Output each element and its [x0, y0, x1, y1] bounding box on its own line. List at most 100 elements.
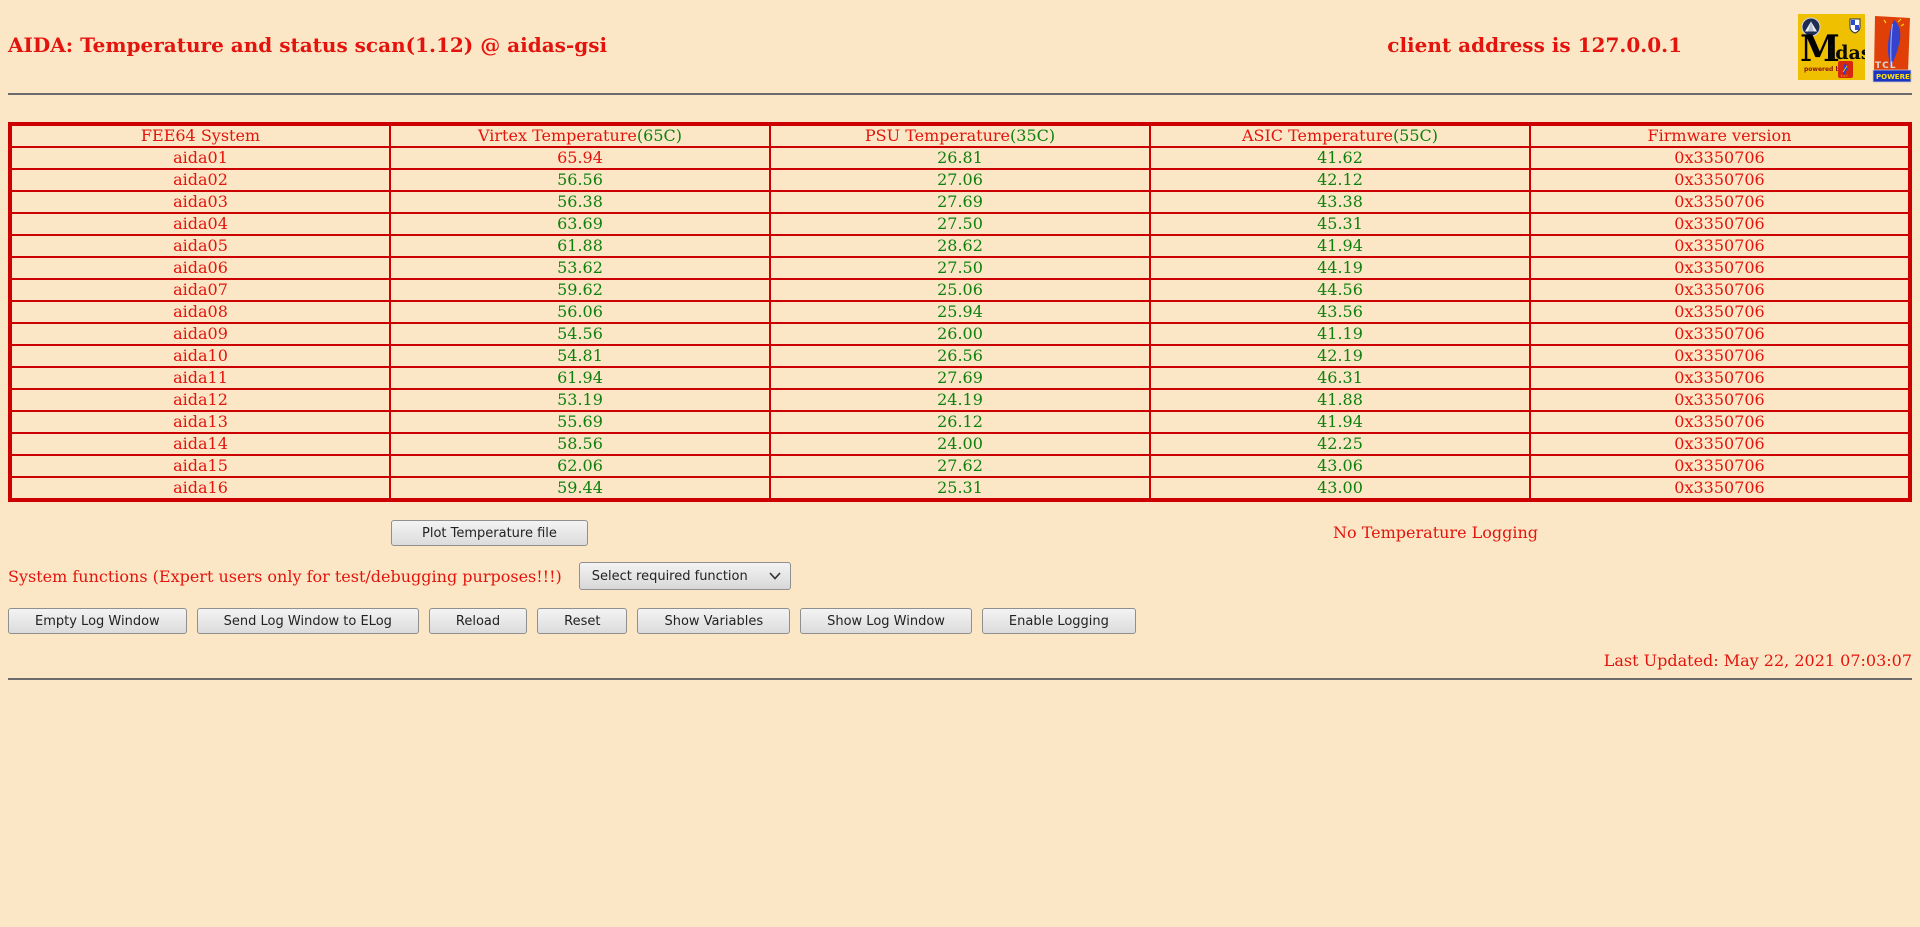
psu-cell: 26.12: [770, 411, 1150, 433]
fee64-table-body: aida0165.9426.8141.620x3350706aida0256.5…: [10, 147, 1910, 500]
table-row: aida0256.5627.0642.120x3350706: [10, 169, 1910, 191]
psu-cell: 25.31: [770, 477, 1150, 500]
header-label: Virtex Temperature: [478, 126, 637, 145]
asic-cell: 45.31: [1150, 213, 1530, 235]
reload-button[interactable]: Reload: [429, 608, 527, 634]
table-row: aida0653.6227.5044.190x3350706: [10, 257, 1910, 279]
client-address: client address is 127.0.0.1: [1387, 33, 1682, 57]
psu-cell: 27.62: [770, 455, 1150, 477]
asic-cell: 42.19: [1150, 345, 1530, 367]
psu-cell: 27.50: [770, 257, 1150, 279]
virtex-cell: 63.69: [390, 213, 770, 235]
log-actions-bar: Empty Log Window Send Log Window to ELog R…: [8, 608, 1912, 634]
asic-cell: 43.00: [1150, 477, 1530, 500]
virtex-cell: 54.56: [390, 323, 770, 345]
firmware-cell: 0x3350706: [1530, 455, 1910, 477]
fee64-status-table: FEE64 SystemVirtex Temperature(65C)PSU T…: [8, 122, 1912, 502]
firmware-cell: 0x3350706: [1530, 477, 1910, 500]
asic-cell: 44.56: [1150, 279, 1530, 301]
virtex-cell: 55.69: [390, 411, 770, 433]
table-row: aida0759.6225.0644.560x3350706: [10, 279, 1910, 301]
asic-cell: 43.56: [1150, 301, 1530, 323]
virtex-cell: 61.94: [390, 367, 770, 389]
system-functions-row: System functions (Expert users only for …: [8, 562, 1912, 590]
system-cell: aida01: [10, 147, 390, 169]
system-cell: aida06: [10, 257, 390, 279]
virtex-cell: 58.56: [390, 433, 770, 455]
column-header: PSU Temperature(35C): [770, 124, 1150, 147]
header-divider: [8, 93, 1912, 95]
virtex-cell: 56.38: [390, 191, 770, 213]
firmware-cell: 0x3350706: [1530, 147, 1910, 169]
asic-cell: 44.19: [1150, 257, 1530, 279]
reset-button[interactable]: Reset: [537, 608, 627, 634]
function-select[interactable]: Select required function: [579, 562, 791, 590]
virtex-cell: 54.81: [390, 345, 770, 367]
table-row: aida0561.8828.6241.940x3350706: [10, 235, 1910, 257]
asic-cell: 43.06: [1150, 455, 1530, 477]
psu-cell: 27.69: [770, 191, 1150, 213]
psu-cell: 25.94: [770, 301, 1150, 323]
plot-temperature-file-button[interactable]: Plot Temperature file: [391, 520, 588, 546]
system-cell: aida07: [10, 279, 390, 301]
firmware-cell: 0x3350706: [1530, 433, 1910, 455]
midas-logo-icon: M idas powered by t c l: [1798, 14, 1865, 80]
temperature-logging-status: No Temperature Logging: [1333, 520, 1538, 546]
fee64-table-header-row: FEE64 SystemVirtex Temperature(65C)PSU T…: [10, 124, 1910, 147]
psu-cell: 26.81: [770, 147, 1150, 169]
firmware-cell: 0x3350706: [1530, 345, 1910, 367]
table-row: aida1659.4425.3143.000x3350706: [10, 477, 1910, 500]
column-header: Firmware version: [1530, 124, 1910, 147]
psu-cell: 24.00: [770, 433, 1150, 455]
table-row: aida1253.1924.1941.880x3350706: [10, 389, 1910, 411]
column-header: FEE64 System: [10, 124, 390, 147]
show-variables-button[interactable]: Show Variables: [637, 608, 790, 634]
system-cell: aida15: [10, 455, 390, 477]
table-row: aida1355.6926.1241.940x3350706: [10, 411, 1910, 433]
svg-text:TCL: TCL: [1875, 61, 1896, 71]
psu-cell: 28.62: [770, 235, 1150, 257]
last-updated: Last Updated: May 22, 2021 07:03:07: [8, 651, 1912, 670]
system-cell: aida12: [10, 389, 390, 411]
asic-cell: 42.25: [1150, 433, 1530, 455]
system-cell: aida16: [10, 477, 390, 500]
tcl-powered-logo-icon: TCL POWERED: [1872, 14, 1912, 84]
send-log-window-to-elog-button[interactable]: Send Log Window to ELog: [197, 608, 419, 634]
system-cell: aida13: [10, 411, 390, 433]
footer-divider: [8, 678, 1912, 680]
virtex-cell: 53.19: [390, 389, 770, 411]
asic-cell: 42.12: [1150, 169, 1530, 191]
plot-row: Plot Temperature file No Temperature Log…: [8, 520, 1912, 546]
header-label: ASIC Temperature: [1242, 126, 1393, 145]
table-row: aida0856.0625.9443.560x3350706: [10, 301, 1910, 323]
firmware-cell: 0x3350706: [1530, 235, 1910, 257]
svg-text:POWERED: POWERED: [1876, 73, 1912, 81]
system-functions-label: System functions (Expert users only for …: [8, 567, 562, 586]
firmware-cell: 0x3350706: [1530, 279, 1910, 301]
column-header: ASIC Temperature(55C): [1150, 124, 1530, 147]
show-log-window-button[interactable]: Show Log Window: [800, 608, 972, 634]
virtex-cell: 56.56: [390, 169, 770, 191]
psu-cell: 27.50: [770, 213, 1150, 235]
system-cell: aida08: [10, 301, 390, 323]
table-row: aida1562.0627.6243.060x3350706: [10, 455, 1910, 477]
system-cell: aida11: [10, 367, 390, 389]
svg-text:t c l: t c l: [1841, 74, 1848, 78]
psu-cell: 24.19: [770, 389, 1150, 411]
table-row: aida0954.5626.0041.190x3350706: [10, 323, 1910, 345]
firmware-cell: 0x3350706: [1530, 389, 1910, 411]
system-cell: aida10: [10, 345, 390, 367]
firmware-cell: 0x3350706: [1530, 191, 1910, 213]
table-row: aida1054.8126.5642.190x3350706: [10, 345, 1910, 367]
svg-text:powered by: powered by: [1804, 66, 1844, 73]
logo-group: M idas powered by t c l TCL POWERED: [1798, 14, 1912, 84]
table-row: aida0356.3827.6943.380x3350706: [10, 191, 1910, 213]
virtex-cell: 56.06: [390, 301, 770, 323]
psu-cell: 26.00: [770, 323, 1150, 345]
psu-cell: 27.06: [770, 169, 1150, 191]
asic-cell: 41.88: [1150, 389, 1530, 411]
empty-log-window-button[interactable]: Empty Log Window: [8, 608, 187, 634]
system-cell: aida05: [10, 235, 390, 257]
enable-logging-button[interactable]: Enable Logging: [982, 608, 1136, 634]
header-label: FEE64 System: [141, 126, 260, 145]
